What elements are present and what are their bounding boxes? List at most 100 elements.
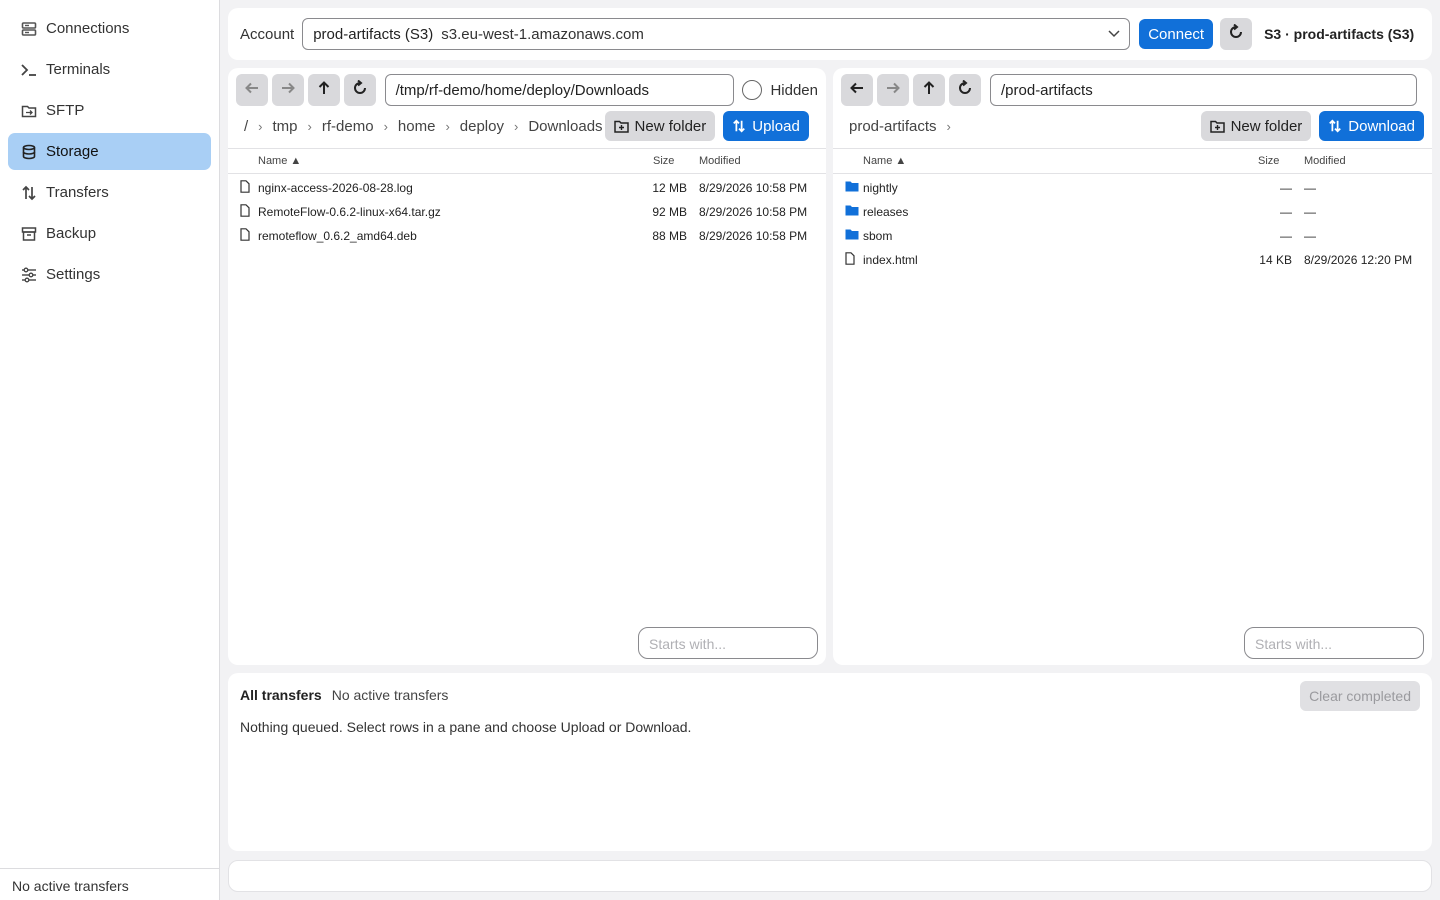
refresh-button[interactable]: [343, 74, 376, 106]
file-size: —: [1280, 229, 1292, 243]
file-name: index.html: [863, 253, 918, 267]
column-name[interactable]: Name ▲: [258, 155, 301, 167]
table-row[interactable]: sbom — —: [833, 224, 1432, 248]
breadcrumb-item[interactable]: Downloads: [528, 118, 602, 135]
sidebar-item-label: Storage: [46, 143, 99, 160]
remote-toolbar: /prod-artifacts: [841, 74, 1424, 106]
table-row[interactable]: nginx-access-2026-08-28.log 12 MB 8/29/2…: [228, 176, 826, 200]
folder-transfer-icon: [20, 102, 38, 120]
account-name: prod-artifacts (S3): [313, 25, 434, 43]
table-row[interactable]: RemoteFlow-0.6.2-linux-x64.tar.gz 92 MB …: [228, 200, 826, 224]
chevron-down-icon: [1107, 26, 1121, 44]
sidebar-item-terminals[interactable]: Terminals: [8, 51, 211, 88]
file-size: 14 KB: [1259, 253, 1292, 267]
back-button[interactable]: [236, 74, 268, 106]
breadcrumb-item[interactable]: home: [398, 118, 436, 135]
column-modified[interactable]: Modified: [699, 155, 741, 167]
chevron-right-icon: ›: [258, 118, 263, 134]
upload-button[interactable]: Upload: [723, 111, 809, 141]
new-folder-label: New folder: [1230, 117, 1303, 135]
chevron-right-icon: ›: [445, 118, 450, 134]
remote-filter-input[interactable]: Starts with...: [1244, 627, 1424, 659]
upload-label: Upload: [752, 117, 800, 135]
column-size[interactable]: Size: [1258, 155, 1279, 167]
chevron-right-icon: ›: [383, 118, 388, 134]
new-folder-button[interactable]: New folder: [1200, 111, 1312, 141]
database-icon: [20, 143, 38, 161]
reconnect-button[interactable]: [1220, 18, 1253, 50]
refresh-button[interactable]: [949, 74, 981, 106]
sidebar-nav: Connections Terminals SFTP Storage Trans…: [0, 0, 219, 293]
sidebar-item-label: Backup: [46, 225, 97, 242]
arrow-right-icon: [885, 80, 901, 101]
forward-button[interactable]: [877, 74, 909, 106]
remote-breadcrumb: prod-artifacts › New folder Download: [841, 111, 1424, 141]
transfers-empty-message: Nothing queued. Select rows in a pane an…: [240, 719, 692, 735]
file-size: 92 MB: [652, 205, 687, 219]
forward-button[interactable]: [271, 74, 304, 106]
clear-completed-button[interactable]: Clear completed: [1300, 681, 1420, 711]
sidebar-item-label: Transfers: [46, 184, 109, 201]
local-file-list: nginx-access-2026-08-28.log 12 MB 8/29/2…: [228, 176, 826, 248]
arrow-up-icon: [316, 80, 332, 101]
folder-icon: [845, 180, 859, 195]
file-name: RemoteFlow-0.6.2-linux-x64.tar.gz: [258, 205, 441, 219]
file-icon: [240, 228, 250, 244]
up-down-arrows-icon: [20, 184, 38, 202]
sidebar-item-label: SFTP: [46, 102, 85, 119]
sidebar-item-sftp[interactable]: SFTP: [8, 92, 211, 129]
remote-path-input[interactable]: /prod-artifacts: [990, 74, 1417, 106]
folder-plus-icon: [613, 120, 629, 133]
sidebar-item-settings[interactable]: Settings: [8, 256, 211, 293]
table-row[interactable]: index.html 14 KB 8/29/2026 12:20 PM: [833, 248, 1432, 272]
back-button[interactable]: [841, 74, 873, 106]
download-button[interactable]: Download: [1319, 111, 1424, 141]
up-button[interactable]: [913, 74, 945, 106]
table-row[interactable]: remoteflow_0.6.2_amd64.deb 88 MB 8/29/20…: [228, 224, 826, 248]
up-down-arrows-icon: [732, 119, 746, 133]
sidebar-item-connections[interactable]: Connections: [8, 10, 211, 47]
file-size: —: [1280, 181, 1292, 195]
transfers-panel: All transfers No active transfers Clear …: [228, 673, 1432, 851]
hidden-radio[interactable]: [742, 80, 763, 100]
sidebar-item-storage[interactable]: Storage: [8, 133, 211, 170]
breadcrumb-item[interactable]: rf-demo: [322, 118, 374, 135]
file-icon: [240, 204, 250, 220]
local-path-input[interactable]: /tmp/rf-demo/home/deploy/Downloads: [384, 74, 735, 106]
column-modified[interactable]: Modified: [1304, 155, 1346, 167]
arrow-right-icon: [280, 80, 296, 101]
transfers-header: All transfers No active transfers: [240, 687, 448, 703]
connect-button[interactable]: Connect: [1139, 19, 1214, 49]
breadcrumb-item[interactable]: /: [244, 118, 248, 135]
sidebar-item-backup[interactable]: Backup: [8, 215, 211, 252]
file-name: nightly: [863, 181, 898, 195]
account-bar: Account prod-artifacts (S3) s3.eu-west-1…: [228, 8, 1432, 60]
folder-icon: [845, 204, 859, 219]
download-label: Download: [1348, 117, 1415, 135]
transfers-status: No active transfers: [331, 687, 449, 703]
column-size[interactable]: Size: [653, 155, 674, 167]
up-button[interactable]: [307, 74, 340, 106]
breadcrumb-item[interactable]: deploy: [460, 118, 504, 135]
sidebar-item-label: Connections: [46, 20, 130, 37]
local-toolbar: /tmp/rf-demo/home/deploy/Downloads Hidde…: [236, 74, 818, 106]
arrow-left-icon: [244, 80, 260, 101]
sidebar-item-transfers[interactable]: Transfers: [8, 174, 211, 211]
local-actions: New folder Upload: [604, 111, 809, 141]
breadcrumb-item[interactable]: prod-artifacts: [849, 118, 937, 135]
local-pane: /tmp/rf-demo/home/deploy/Downloads Hidde…: [228, 68, 826, 665]
table-row[interactable]: nightly — —: [833, 176, 1432, 200]
table-row[interactable]: releases — —: [833, 200, 1432, 224]
local-filter-input[interactable]: Starts with...: [638, 627, 818, 659]
remote-list-header: Name ▲ Size Modified: [833, 148, 1432, 174]
new-folder-button[interactable]: New folder: [604, 111, 716, 141]
breadcrumb-item[interactable]: tmp: [273, 118, 298, 135]
sidebar-item-label: Terminals: [46, 61, 111, 78]
bottom-bar: [228, 860, 1432, 892]
chevron-right-icon: ›: [946, 118, 951, 134]
account-select[interactable]: prod-artifacts (S3) s3.eu-west-1.amazona…: [302, 18, 1131, 50]
refresh-icon: [1228, 23, 1244, 45]
column-name[interactable]: Name ▲: [863, 155, 906, 167]
hidden-toggle[interactable]: Hidden: [742, 80, 818, 100]
folder-icon: [845, 228, 859, 243]
